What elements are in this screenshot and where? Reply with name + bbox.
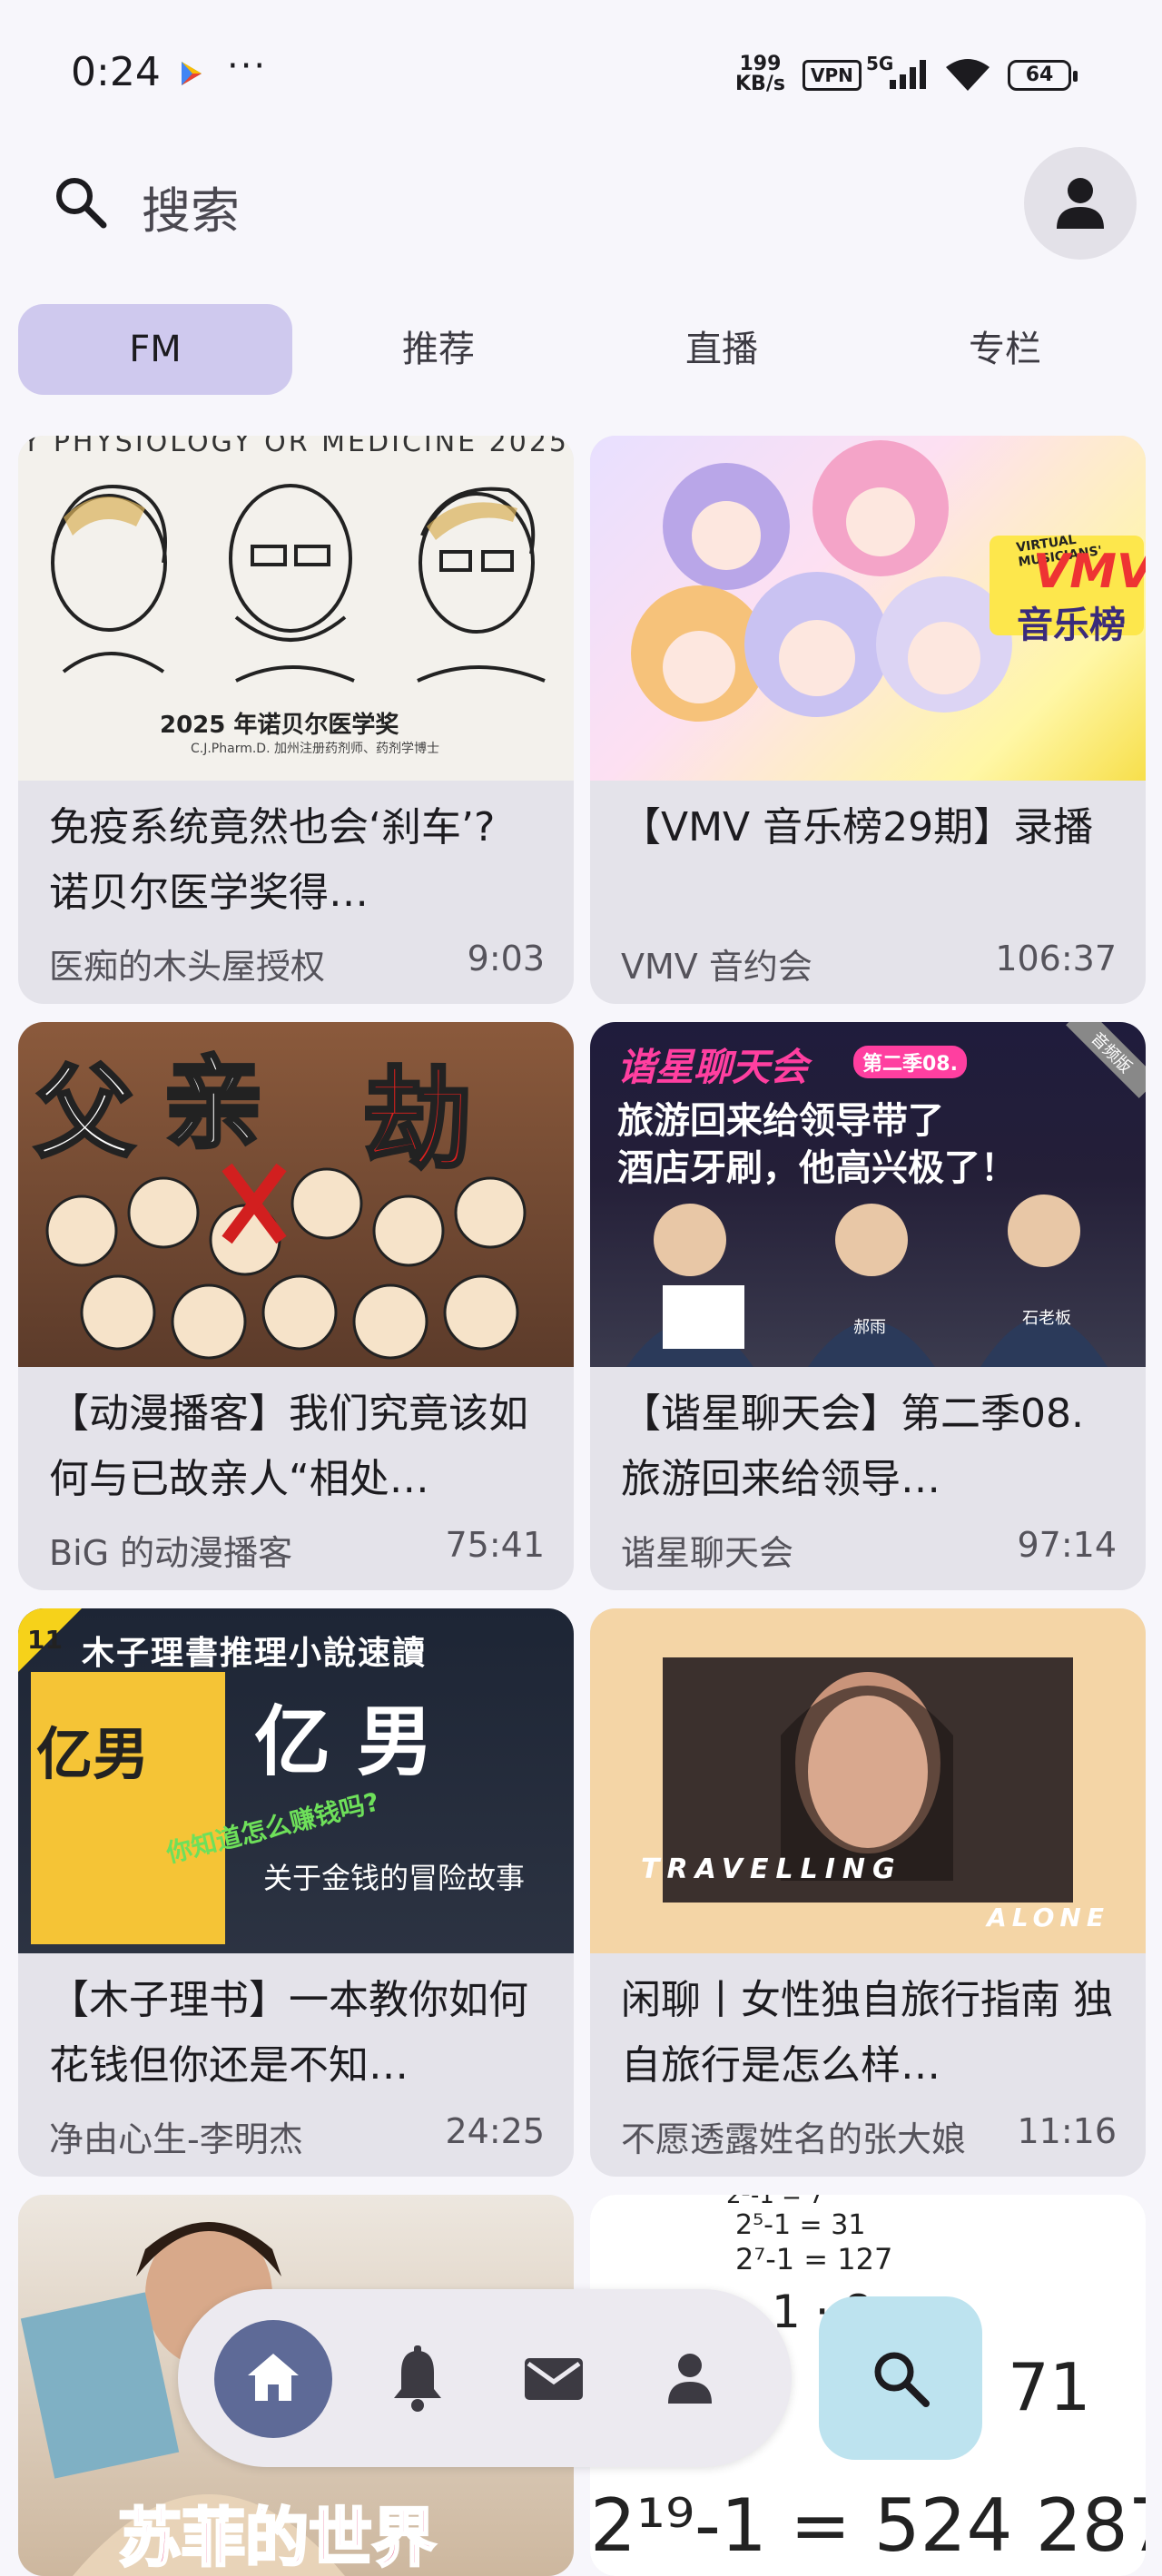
card-title: 【木子理书】一本教你如何花钱但你还是不知… — [49, 1977, 528, 2089]
card-author: VMV 音约会 — [621, 947, 812, 987]
search-icon — [874, 2352, 930, 2407]
tab-recommend[interactable]: 推荐 — [301, 304, 576, 395]
fm-card[interactable]: Y PHYSIOLOGY OR MEDICINE 2025 2025 年诺贝尔医… — [18, 436, 574, 1004]
fm-card[interactable]: TRAVELLING ALONE 闲聊丨女性独自旅行指南 独自旅行是怎么样… 不… — [590, 1608, 1146, 2177]
account-button[interactable] — [1024, 147, 1137, 260]
card-author: 谐星聊天会 — [621, 1533, 794, 1573]
nav-home-button[interactable] — [214, 2320, 332, 2438]
card-title: 【谐星聊天会】第二季08. 旅游回来给领导… — [621, 1391, 1084, 1502]
fm-card[interactable]: 11 木子理書推理小說速讀 亿男 亿 男 你知道怎么赚钱吗? 关于金钱的冒险故事… — [18, 1608, 574, 2177]
wifi-icon — [946, 59, 990, 91]
nav-notifications-button[interactable] — [374, 2335, 461, 2422]
bottom-navigation — [178, 2289, 792, 2467]
card-thumbnail: VIRTUAL MUSICIANS' VMV 音乐榜 — [590, 436, 1146, 781]
tab-fm[interactable]: FM — [18, 304, 292, 395]
card-title: 闲聊丨女性独自旅行指南 独自旅行是怎么样… — [621, 1977, 1113, 2089]
nav-profile-button[interactable] — [646, 2335, 734, 2422]
card-duration: 106:37 — [995, 939, 1117, 978]
more-notifications-icon: ··· — [227, 45, 268, 87]
card-duration: 9:03 — [467, 939, 545, 978]
card-title: 【VMV 音乐榜29期】录播 — [621, 804, 1094, 850]
card-thumbnail: Y PHYSIOLOGY OR MEDICINE 2025 2025 年诺贝尔医… — [18, 436, 574, 781]
card-thumbnail: 父 亲 劫 — [18, 1022, 574, 1367]
search-bar[interactable]: 搜索 — [0, 145, 1162, 254]
card-thumbnail: 11 木子理書推理小說速讀 亿男 亿 男 你知道怎么赚钱吗? 关于金钱的冒险故事 — [18, 1608, 574, 1953]
card-title: 【动漫播客】我们究竟该如何与已故亲人“相处… — [49, 1391, 528, 1502]
card-author: 不愿透露姓名的张大娘 — [621, 2119, 967, 2159]
search-input[interactable]: 搜索 — [142, 171, 240, 242]
card-thumbnail: 谐星聊天会 第二季08. 音频版 旅游回来给领导带了 酒店牙刷，他高兴极了！ 毛… — [590, 1022, 1146, 1367]
signal-icon — [890, 60, 926, 89]
card-duration: 11:16 — [1017, 2111, 1117, 2151]
status-bar: 0:24 ··· 199 KB/s VPN 5G 64 — [0, 0, 1162, 145]
fm-card[interactable]: 谐星聊天会 第二季08. 音频版 旅游回来给领导带了 酒店牙刷，他高兴极了！ 毛… — [590, 1022, 1146, 1590]
network-speed: 199 KB/s — [735, 53, 785, 95]
fm-card[interactable]: VIRTUAL MUSICIANS' VMV 音乐榜 【VMV 音乐榜29期】录… — [590, 436, 1146, 1004]
bell-icon — [394, 2345, 441, 2412]
vpn-badge: VPN — [803, 60, 862, 91]
card-duration: 24:25 — [445, 2111, 545, 2151]
tab-column[interactable]: 专栏 — [868, 304, 1142, 395]
person-icon — [668, 2354, 712, 2404]
card-thumbnail: TRAVELLING ALONE — [590, 1608, 1146, 1953]
card-duration: 97:14 — [1017, 1525, 1117, 1565]
mail-icon — [525, 2358, 583, 2400]
search-icon — [56, 178, 107, 229]
battery-icon: 64 — [1008, 60, 1078, 91]
person-icon — [1057, 178, 1104, 229]
search-fab[interactable] — [819, 2296, 982, 2460]
card-author: 医痴的木头屋授权 — [49, 947, 326, 987]
tab-live[interactable]: 直播 — [585, 304, 859, 395]
card-title: 免疫系统竟然也会‘刹车’? 诺贝尔医学奖得… — [49, 804, 496, 916]
nav-messages-button[interactable] — [510, 2335, 597, 2422]
status-time: 0:24 — [71, 49, 161, 95]
play-store-icon — [182, 62, 202, 85]
card-author: BiG 的动漫播客 — [49, 1533, 293, 1573]
tab-bar: FM 推荐 直播 专栏 — [18, 304, 1144, 395]
card-duration: 75:41 — [445, 1525, 545, 1565]
card-author: 净由心生-李明杰 — [49, 2119, 303, 2159]
home-icon — [248, 2354, 299, 2401]
fm-card[interactable]: 父 亲 劫 【动漫播客】我们究竟该如何与已故亲人“相处… BiG 的动漫播客 7… — [18, 1022, 574, 1590]
